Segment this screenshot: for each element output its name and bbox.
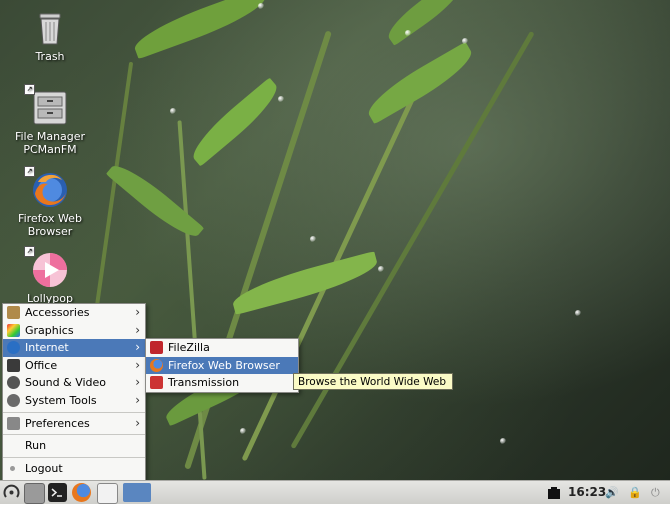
power-icon[interactable]: ⏻ <box>651 481 660 504</box>
lollypop-icon: ↗ <box>24 246 70 290</box>
show-desktop-icon[interactable] <box>97 483 118 504</box>
clock[interactable]: 16:23 <box>568 481 606 504</box>
water-drop <box>240 428 246 434</box>
chevron-right-icon: › <box>135 357 140 372</box>
menu-item-label: Office <box>25 358 58 372</box>
accessories-icon <box>7 306 20 319</box>
tooltip: Browse the World Wide Web <box>293 373 453 390</box>
desktop-icon-label: Firefox Web Browser <box>18 212 82 238</box>
office-icon <box>7 358 20 372</box>
chevron-right-icon: › <box>135 415 140 430</box>
water-drop <box>405 30 411 36</box>
submenu-item-filezilla[interactable]: FileZilla <box>146 339 298 357</box>
taskbar-window-button[interactable] <box>123 483 151 502</box>
wallpaper-leaf <box>185 77 285 167</box>
chevron-right-icon: › <box>135 340 140 355</box>
transmission-icon <box>150 376 163 390</box>
menu-item-run[interactable]: Run <box>3 437 145 455</box>
firefox-icon[interactable] <box>72 483 91 502</box>
menu-item-label: Accessories <box>25 306 90 319</box>
trash-icon <box>30 8 70 48</box>
desktop-icon-file-manager[interactable]: ↗ File Manager PCManFM <box>5 84 95 156</box>
system-tools-icon <box>7 393 20 407</box>
water-drop <box>575 310 581 316</box>
menu-separator <box>3 411 145 413</box>
shortcut-arrow-icon: ↗ <box>24 84 35 95</box>
water-drop <box>258 3 264 9</box>
desktop-icon-label: File Manager PCManFM <box>14 130 86 156</box>
screenshot-icon[interactable] <box>547 481 561 504</box>
application-menu: Accessories › Graphics › Internet › Offi… <box>2 303 146 481</box>
lock-icon[interactable]: 🔒 <box>628 481 642 504</box>
menu-item-sound-video[interactable]: Sound & Video › <box>3 374 145 392</box>
menu-item-label: Internet <box>25 341 69 355</box>
firefox-icon: ↗ <box>24 166 70 210</box>
menu-item-label: Logout <box>25 461 63 475</box>
taskbar: 16:23 🔊 🔒 ⏻ <box>0 480 670 504</box>
menu-icon[interactable] <box>2 483 21 502</box>
water-drop <box>462 38 468 44</box>
wallpaper-leaf <box>381 0 469 46</box>
submenu-item-transmission[interactable]: Transmission <box>146 374 298 392</box>
chevron-right-icon: › <box>135 322 140 337</box>
menu-separator <box>3 434 145 436</box>
terminal-icon[interactable] <box>48 483 67 502</box>
water-drop <box>310 236 316 242</box>
wallpaper-leaf <box>105 157 205 245</box>
filezilla-icon <box>150 341 163 354</box>
menu-item-label: Graphics <box>25 323 74 337</box>
menu-item-logout[interactable]: Logout <box>3 460 145 478</box>
sound-video-icon <box>7 376 20 390</box>
preferences-icon <box>7 416 20 430</box>
menu-item-label: Run <box>25 439 47 453</box>
firefox-icon <box>150 358 163 372</box>
menu-item-label: Preferences <box>25 416 90 430</box>
submenu-item-label: Firefox Web Browser <box>168 358 280 372</box>
internet-submenu: FileZilla Firefox Web Browser Transmissi… <box>145 338 299 393</box>
water-drop <box>378 266 384 272</box>
menu-item-label: System Tools <box>25 393 97 407</box>
chevron-right-icon: › <box>135 375 140 390</box>
menu-item-accessories[interactable]: Accessories › <box>3 304 145 322</box>
menu-item-office[interactable]: Office › <box>3 357 145 375</box>
chevron-right-icon: › <box>135 392 140 407</box>
desktop-icon-lollypop[interactable]: ↗ Lollypop <box>5 246 95 305</box>
submenu-item-firefox[interactable]: Firefox Web Browser <box>146 356 298 375</box>
submenu-item-label: FileZilla <box>168 341 210 354</box>
shortcut-arrow-icon: ↗ <box>24 166 35 177</box>
menu-item-preferences[interactable]: Preferences › <box>3 415 145 433</box>
submenu-item-label: Transmission <box>168 376 240 390</box>
menu-item-system-tools[interactable]: System Tools › <box>3 392 145 410</box>
desktop-icon-firefox[interactable]: ↗ Firefox Web Browser <box>5 166 95 238</box>
menu-separator <box>3 456 145 458</box>
file-manager-icon: ↗ <box>24 84 70 128</box>
desktop-icon-trash[interactable]: Trash <box>5 8 95 63</box>
shortcut-arrow-icon: ↗ <box>24 246 35 257</box>
chevron-right-icon: › <box>135 305 140 319</box>
wallpaper-stem <box>177 120 207 480</box>
internet-icon <box>7 341 20 355</box>
water-drop <box>278 96 284 102</box>
menu-item-graphics[interactable]: Graphics › <box>3 322 145 340</box>
wallpaper-leaf <box>129 0 271 60</box>
desktop-icon-label: Trash <box>35 50 65 63</box>
water-drop <box>500 438 506 444</box>
logout-icon <box>10 465 15 471</box>
wallpaper-leaf <box>361 41 479 125</box>
file-manager-icon[interactable] <box>24 483 45 504</box>
menu-item-internet[interactable]: Internet › <box>3 339 145 357</box>
menu-item-label: Sound & Video <box>25 376 107 390</box>
volume-icon[interactable]: 🔊 <box>605 481 619 504</box>
water-drop <box>170 108 176 114</box>
graphics-icon <box>7 323 20 337</box>
